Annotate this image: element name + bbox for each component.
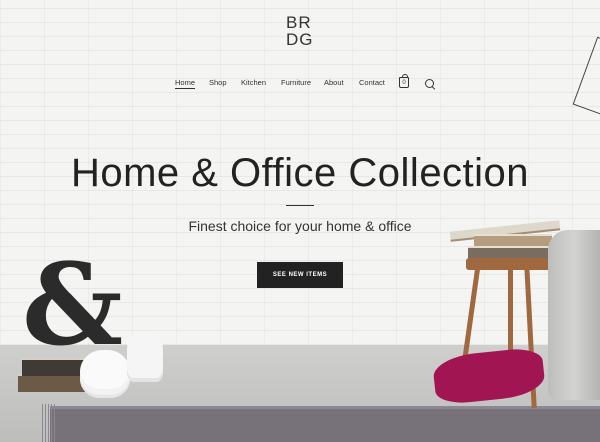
hero-subheadline: Finest choice for your home & office — [188, 218, 412, 234]
ampersand-sculpture: & — [22, 240, 124, 371]
nav-item-about[interactable]: About — [324, 78, 344, 87]
hero-headline: Home & Office Collection — [70, 151, 530, 195]
rug-decor — [50, 406, 600, 442]
headline-divider — [286, 205, 314, 206]
brand-logo[interactable]: BR DG — [286, 14, 316, 48]
see-new-items-button[interactable]: SEE NEW ITEMS — [257, 262, 343, 288]
cart-icon[interactable]: 0 — [399, 74, 409, 88]
book-decor — [474, 234, 552, 246]
white-vase-decor — [127, 332, 163, 382]
nav-item-kitchen[interactable]: Kitchen — [241, 78, 266, 87]
white-vase-decor — [80, 350, 130, 398]
cart-count-badge: 0 — [402, 80, 406, 86]
search-icon[interactable] — [425, 79, 434, 88]
logo-line: DG — [286, 30, 314, 49]
nav-item-furniture[interactable]: Furniture — [281, 78, 311, 87]
nav-item-home[interactable]: Home — [175, 78, 196, 89]
blanket-decor — [548, 230, 600, 400]
main-nav: Home Shop Kitchen Furniture About Contac… — [0, 78, 600, 92]
book-decor — [468, 246, 548, 258]
logo-line: BR — [286, 13, 312, 32]
nav-item-contact[interactable]: Contact — [359, 78, 385, 87]
rug-fringe-decor — [42, 404, 56, 442]
nav-item-shop[interactable]: Shop — [209, 78, 227, 87]
hero-section: & BR DG Home Shop Kitchen Furniture Abou… — [0, 0, 600, 442]
